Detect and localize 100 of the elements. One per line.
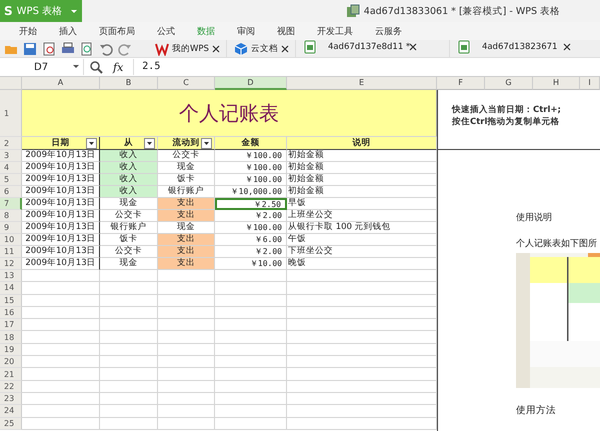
empty-cell [215, 306, 287, 320]
empty-cell [215, 331, 287, 344]
row-number[interactable]: 12 [0, 258, 22, 270]
menu-tab[interactable]: 云服务 [364, 24, 413, 38]
empty-cell [100, 368, 158, 381]
row-number[interactable]: 9 [0, 222, 22, 234]
empty-cell [100, 306, 158, 320]
table-cell: 支出 [158, 210, 215, 222]
empty-cell [100, 380, 158, 393]
column-header[interactable]: B [100, 77, 158, 90]
row-number[interactable]: 18 [0, 331, 22, 344]
menu-tab[interactable]: 数据 [186, 24, 226, 38]
close-icon[interactable] [212, 44, 220, 52]
column-header[interactable]: A [22, 77, 100, 90]
empty-cell [100, 405, 158, 418]
column-header[interactable]: E [287, 77, 437, 90]
formula-field[interactable]: 2.5 [133, 59, 600, 75]
row-number[interactable]: 8 [0, 210, 22, 222]
table-cell: 收入 [100, 150, 158, 162]
row-number[interactable]: 1 [0, 90, 22, 137]
row-number[interactable]: 21 [0, 368, 22, 381]
row-number[interactable]: 24 [0, 405, 22, 418]
empty-cell [158, 380, 215, 393]
menu-tab[interactable]: 开始 [8, 24, 48, 38]
function-button[interactable]: fx [109, 60, 128, 74]
row-number[interactable]: 16 [0, 306, 22, 320]
row-number[interactable]: 10 [0, 234, 22, 246]
table-cell: ￥6.00 [215, 234, 287, 246]
filter-dropdown-icon[interactable] [144, 138, 155, 149]
note-text: 快速插入当前日期：Ctrl+; [452, 104, 562, 116]
row-number[interactable]: 17 [0, 319, 22, 332]
close-icon[interactable] [562, 42, 571, 50]
column-heading: 流动到 [172, 138, 200, 148]
empty-cell [158, 405, 215, 418]
preview-icon [80, 42, 94, 56]
row-number[interactable]: 4 [0, 162, 22, 174]
save-button[interactable] [21, 40, 39, 56]
row-number[interactable]: 23 [0, 392, 22, 406]
filter-dropdown-icon[interactable] [201, 138, 212, 149]
empty-cell [215, 405, 287, 418]
table-cell: ￥100.00 [215, 150, 287, 162]
zoom-icon[interactable] [90, 60, 103, 74]
row-number[interactable]: 3 [0, 150, 22, 162]
row-number[interactable]: 20 [0, 356, 22, 368]
name-box[interactable]: D7 [0, 59, 84, 75]
menu-tab[interactable]: 开发工具 [306, 24, 364, 38]
row-number[interactable]: 11 [0, 246, 22, 258]
empty-cell [100, 270, 158, 282]
column-header[interactable]: C [158, 77, 215, 90]
menu-tab[interactable]: 插入 [48, 24, 88, 38]
menu-tab[interactable]: 公式 [146, 24, 186, 38]
table-cell: 现金 [158, 162, 215, 174]
empty-cell [158, 294, 215, 307]
close-icon[interactable] [408, 42, 417, 50]
table-cell: 饭卡 [158, 174, 215, 186]
table-cell: 公交卡 [158, 150, 215, 162]
column-header[interactable]: D [215, 77, 287, 90]
row-number[interactable]: 15 [0, 294, 22, 307]
column-header[interactable]: G [485, 77, 533, 90]
row-number[interactable]: 14 [0, 282, 22, 295]
empty-cell [215, 356, 287, 368]
column-header[interactable]: I [580, 77, 600, 90]
row-number[interactable]: 7 [0, 198, 22, 210]
empty-cell [100, 282, 158, 295]
empty-cell [158, 270, 215, 282]
empty-cell [158, 368, 215, 381]
window-title: 4ad67d13833061 * [兼容模式] - WPS 表格 [364, 4, 560, 18]
table-cell: ￥100.00 [215, 174, 287, 186]
document-tab[interactable]: 云文档 [228, 40, 296, 57]
row-number[interactable]: 22 [0, 380, 22, 393]
document-tab[interactable]: 4ad67d137e8d11 * [296, 40, 450, 57]
row-number[interactable]: 5 [0, 174, 22, 186]
row-number[interactable]: 2 [0, 137, 22, 150]
menu-tab[interactable]: 页面布局 [88, 24, 146, 38]
row-number[interactable]: 25 [0, 418, 22, 430]
undo-icon [99, 42, 113, 56]
menu-tab[interactable]: 审阅 [226, 24, 266, 38]
empty-cell [158, 282, 215, 295]
row-number[interactable]: 13 [0, 270, 22, 282]
close-icon[interactable] [280, 44, 289, 52]
document-tab[interactable]: 我的WPS [149, 40, 227, 57]
filter-dropdown-icon[interactable] [86, 138, 97, 149]
table-cell: 收入 [100, 162, 158, 174]
empty-cell [158, 356, 215, 368]
empty-cell [100, 331, 158, 344]
empty-cell [158, 306, 215, 320]
w-logo-icon [155, 42, 169, 56]
table-cell: 午饭 [287, 234, 437, 246]
document-tab[interactable]: 4ad67d13823671 [450, 40, 600, 57]
column-header[interactable]: H [533, 77, 580, 90]
redo-icon [118, 42, 132, 56]
column-header[interactable]: F [437, 77, 485, 90]
empty-cell [215, 344, 287, 356]
caret-icon [73, 65, 79, 69]
row-number[interactable]: 19 [0, 344, 22, 356]
empty-cell [215, 270, 287, 282]
menu-tab[interactable]: 视图 [266, 24, 306, 38]
table-cell: 初始金额 [287, 150, 437, 162]
table-cell: 上班坐公交 [287, 210, 437, 222]
row-number[interactable]: 6 [0, 186, 22, 198]
